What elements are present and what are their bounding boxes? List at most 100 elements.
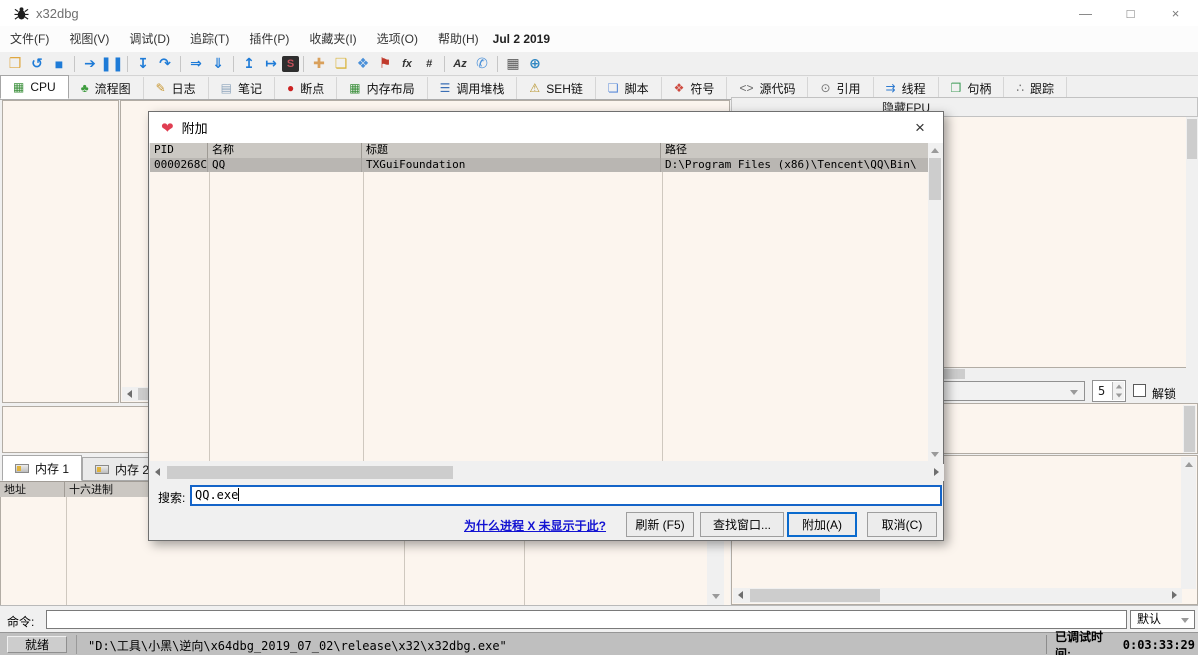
memory-tab-1[interactable]: 内存 1 — [2, 455, 82, 481]
disassembly-sidebar-panel[interactable] — [2, 100, 119, 403]
menu-item-3[interactable]: 追踪(T) — [180, 26, 239, 52]
cancel-button[interactable]: 取消(C) — [867, 512, 937, 537]
run-to-user-code-icon[interactable]: ↦ — [260, 54, 282, 73]
menu-item-5[interactable]: 收藏夹(I) — [299, 26, 366, 52]
tab-script[interactable]: ❏脚本 — [596, 77, 662, 99]
tab-notes[interactable]: ▤笔记 — [209, 77, 275, 99]
table-vscrollbar[interactable] — [928, 143, 942, 461]
scroll-thumb[interactable] — [167, 466, 453, 479]
tab-graph[interactable]: ♣流程图 — [69, 77, 144, 99]
tab-symbols[interactable]: ❖符号 — [662, 77, 728, 99]
process-column-header-pid[interactable]: PID — [150, 143, 208, 158]
dialog-close-button[interactable]: × — [905, 112, 935, 143]
execute-till-return-icon[interactable]: ↥ — [238, 54, 260, 73]
scroll-down-arrow[interactable] — [708, 589, 723, 603]
scroll-thumb[interactable] — [750, 589, 880, 602]
process-column-header-名称[interactable]: 名称 — [208, 143, 362, 158]
scroll-left-arrow[interactable] — [733, 588, 748, 602]
scroll-thumb[interactable] — [1187, 119, 1197, 159]
step-over-icon[interactable]: ↷ — [154, 54, 176, 73]
trace-into-icon[interactable]: ⇒ — [185, 54, 207, 73]
command-input[interactable] — [46, 610, 1127, 629]
tab-log[interactable]: ✎日志 — [144, 77, 209, 99]
menu-item-4[interactable]: 插件(P) — [239, 26, 299, 52]
tab-threads[interactable]: ⇉线程 — [874, 77, 939, 99]
menu-item-1[interactable]: 视图(V) — [59, 26, 119, 52]
process-table-body[interactable] — [150, 143, 930, 461]
scroll-down-arrow[interactable] — [928, 447, 942, 461]
scroll-up-arrow[interactable] — [1181, 457, 1196, 471]
tab-label: 源代码 — [759, 80, 795, 97]
attach-dialog-titlebar[interactable]: ❤ 附加 × — [149, 112, 943, 143]
scroll-right-arrow[interactable] — [929, 465, 944, 479]
search-input[interactable]: QQ.exe — [190, 485, 942, 506]
find-window-button[interactable]: 查找窗口... — [700, 512, 784, 537]
settings-badge-icon[interactable]: S — [282, 56, 299, 72]
menu-item-0[interactable]: 文件(F) — [0, 26, 59, 52]
step-into-icon[interactable]: ↧ — [132, 54, 154, 73]
tab-trace[interactable]: ∴跟踪 — [1004, 77, 1067, 99]
comment-icon[interactable]: ❏ — [330, 54, 352, 73]
unlock-checkbox[interactable] — [1133, 384, 1146, 397]
refresh-button[interactable]: 刷新 (F5) — [626, 512, 694, 537]
bookmark-icon[interactable]: ⚑ — [374, 54, 396, 73]
toolbar-separator — [233, 56, 234, 72]
menu-item-7[interactable]: 帮助(H) — [428, 26, 489, 52]
call-stack-icon: ☰ — [440, 82, 451, 94]
toolbar-separator — [74, 56, 75, 72]
source-code-icon: <> — [739, 82, 753, 94]
window-title: x32dbg — [36, 6, 79, 21]
tab-source[interactable]: <> 源代码 — [727, 77, 808, 99]
why-process-missing-link[interactable]: 为什么进程 X 未显示于此? — [464, 517, 606, 534]
pause-icon[interactable]: ❚❚ — [101, 54, 123, 73]
dump-header-0[interactable]: 地址 — [0, 481, 65, 497]
tab-seh[interactable]: ⚠SEH链 — [517, 77, 595, 99]
calculator-icon[interactable]: ▦ — [502, 54, 524, 73]
minimize-button[interactable]: — — [1063, 0, 1108, 26]
function-icon[interactable]: fx — [396, 54, 418, 73]
maximize-button[interactable]: □ — [1108, 0, 1153, 26]
close-button[interactable]: × — [1153, 0, 1198, 26]
scroll-right-arrow[interactable] — [1167, 588, 1182, 602]
registers-vscrollbar[interactable] — [1186, 117, 1198, 368]
tab-memory-map[interactable]: ▦内存布局 — [337, 77, 427, 99]
table-hscrollbar[interactable] — [150, 464, 944, 481]
command-profile-combo[interactable]: 默认 — [1130, 610, 1195, 629]
tab-cpu[interactable]: ▦CPU — [0, 75, 69, 99]
scroll-left-arrow[interactable] — [122, 387, 137, 401]
attach-button[interactable]: 附加(A) — [787, 512, 857, 537]
restart-icon[interactable]: ↺ — [26, 54, 48, 73]
process-column-header-标题[interactable]: 标题 — [362, 143, 661, 158]
watch-vscrollbar[interactable] — [1183, 405, 1196, 453]
strings-icon[interactable]: Az — [449, 54, 471, 73]
hash-icon[interactable]: # — [418, 54, 440, 73]
tab-references[interactable]: ⊙引用 — [808, 77, 873, 99]
trace-over-icon[interactable]: ⇓ — [207, 54, 229, 73]
run-icon[interactable]: ➔ — [79, 54, 101, 73]
scroll-up-arrow[interactable] — [928, 143, 942, 157]
stop-icon[interactable]: ■ — [48, 54, 70, 73]
process-column-header-路径[interactable]: 路径 — [661, 143, 929, 158]
attach-dialog-title: 附加 — [182, 118, 208, 137]
menu-item-2[interactable]: 调试(D) — [119, 26, 180, 52]
scroll-left-arrow[interactable] — [150, 465, 165, 479]
stack-hscrollbar[interactable] — [733, 588, 1182, 603]
tab-handles[interactable]: ❒句柄 — [939, 77, 1005, 99]
toolbar-separator — [303, 56, 304, 72]
menu-item-6[interactable]: 选项(O) — [367, 26, 428, 52]
patch-icon[interactable]: ✚ — [308, 54, 330, 73]
chevron-down-icon — [1070, 390, 1078, 395]
scroll-thumb[interactable] — [1184, 406, 1195, 452]
open-file-icon[interactable]: ❒ — [4, 54, 26, 73]
label-icon[interactable]: ❖ — [352, 54, 374, 73]
unlock-label: 解锁 — [1152, 385, 1176, 402]
tab-breakpoints[interactable]: ●断点 — [275, 77, 337, 99]
phone-icon[interactable]: ✆ — [471, 54, 493, 73]
process-table-selected-row[interactable]: 0000268CQQTXGuiFoundationD:\Program File… — [150, 158, 929, 172]
rows-spinner[interactable]: 5 — [1092, 380, 1126, 402]
spinner-arrows[interactable] — [1112, 382, 1124, 400]
tab-call-stack[interactable]: ☰调用堆栈 — [428, 77, 518, 99]
stack-vscrollbar[interactable] — [1181, 457, 1196, 589]
world-icon[interactable]: ⊕ — [524, 54, 546, 73]
scroll-thumb[interactable] — [929, 158, 941, 200]
